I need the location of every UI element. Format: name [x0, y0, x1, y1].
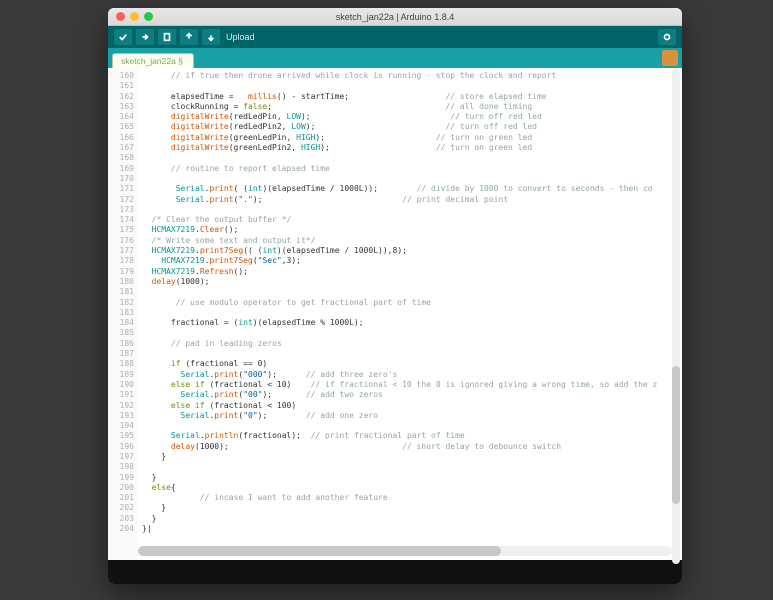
tab-bar: sketch_jan22a §: [108, 48, 682, 68]
new-button[interactable]: [158, 29, 176, 45]
code-area[interactable]: // if true then drone arrived while cloc…: [138, 68, 682, 560]
code-editor[interactable]: 160 161 162 163 164 165 166 167 168 169 …: [108, 68, 682, 560]
console-footer: [108, 560, 682, 584]
v-scroll-thumb[interactable]: [672, 366, 680, 505]
save-button[interactable]: [202, 29, 220, 45]
upload-button[interactable]: [136, 29, 154, 45]
verify-button[interactable]: [114, 29, 132, 45]
window-titlebar: sketch_jan22a | Arduino 1.8.4: [108, 8, 682, 26]
h-scroll-thumb[interactable]: [138, 546, 501, 556]
toolbar: Upload: [108, 26, 682, 48]
tab-menu-button[interactable]: [662, 50, 678, 66]
serial-monitor-button[interactable]: [658, 29, 676, 45]
vertical-scrollbar[interactable]: [672, 68, 680, 564]
arduino-ide-window: sketch_jan22a | Arduino 1.8.4 Upload ske…: [108, 8, 682, 584]
line-gutter: 160 161 162 163 164 165 166 167 168 169 …: [108, 68, 138, 560]
open-button[interactable]: [180, 29, 198, 45]
window-title: sketch_jan22a | Arduino 1.8.4: [108, 12, 682, 22]
sketch-tab[interactable]: sketch_jan22a §: [112, 53, 194, 68]
toolbar-label: Upload: [226, 32, 255, 42]
horizontal-scrollbar[interactable]: [138, 546, 672, 556]
